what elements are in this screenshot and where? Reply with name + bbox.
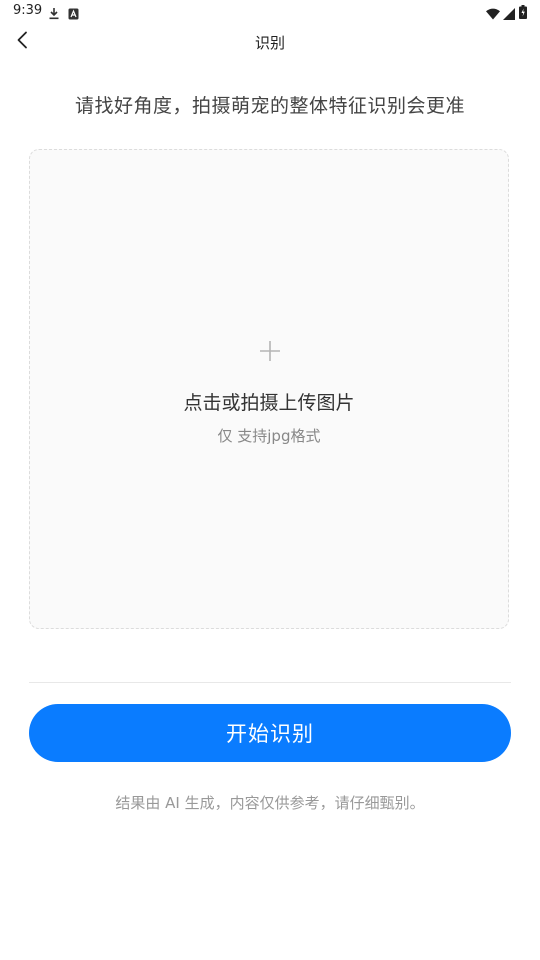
wifi-icon (486, 5, 500, 24)
upload-label: 点击或拍摄上传图片 (183, 392, 355, 414)
divider (29, 682, 511, 683)
signal-icon (503, 5, 515, 24)
ai-disclaimer: 结果由 AI 生成，内容仅供参考，请仔细甄别。 (115, 794, 425, 812)
plus-icon (259, 340, 281, 362)
battery-icon (519, 4, 527, 23)
hint-text: 请找好角度，拍摄萌宠的整体特征识别会更准 (74, 95, 465, 117)
start-recognition-button[interactable]: 开始识别 (29, 704, 511, 762)
upload-area[interactable]: 点击或拍摄上传图片 仅 支持jpg格式 (29, 149, 509, 629)
upload-format-hint: 仅 支持jpg格式 (217, 427, 321, 445)
status-bar: 9:39 (0, 0, 540, 24)
accessibility-icon (68, 5, 79, 24)
status-time: 9:39 (13, 3, 43, 18)
page-title: 识别 (254, 34, 285, 52)
app-bar: 识别 (0, 24, 540, 60)
download-icon (48, 5, 60, 24)
